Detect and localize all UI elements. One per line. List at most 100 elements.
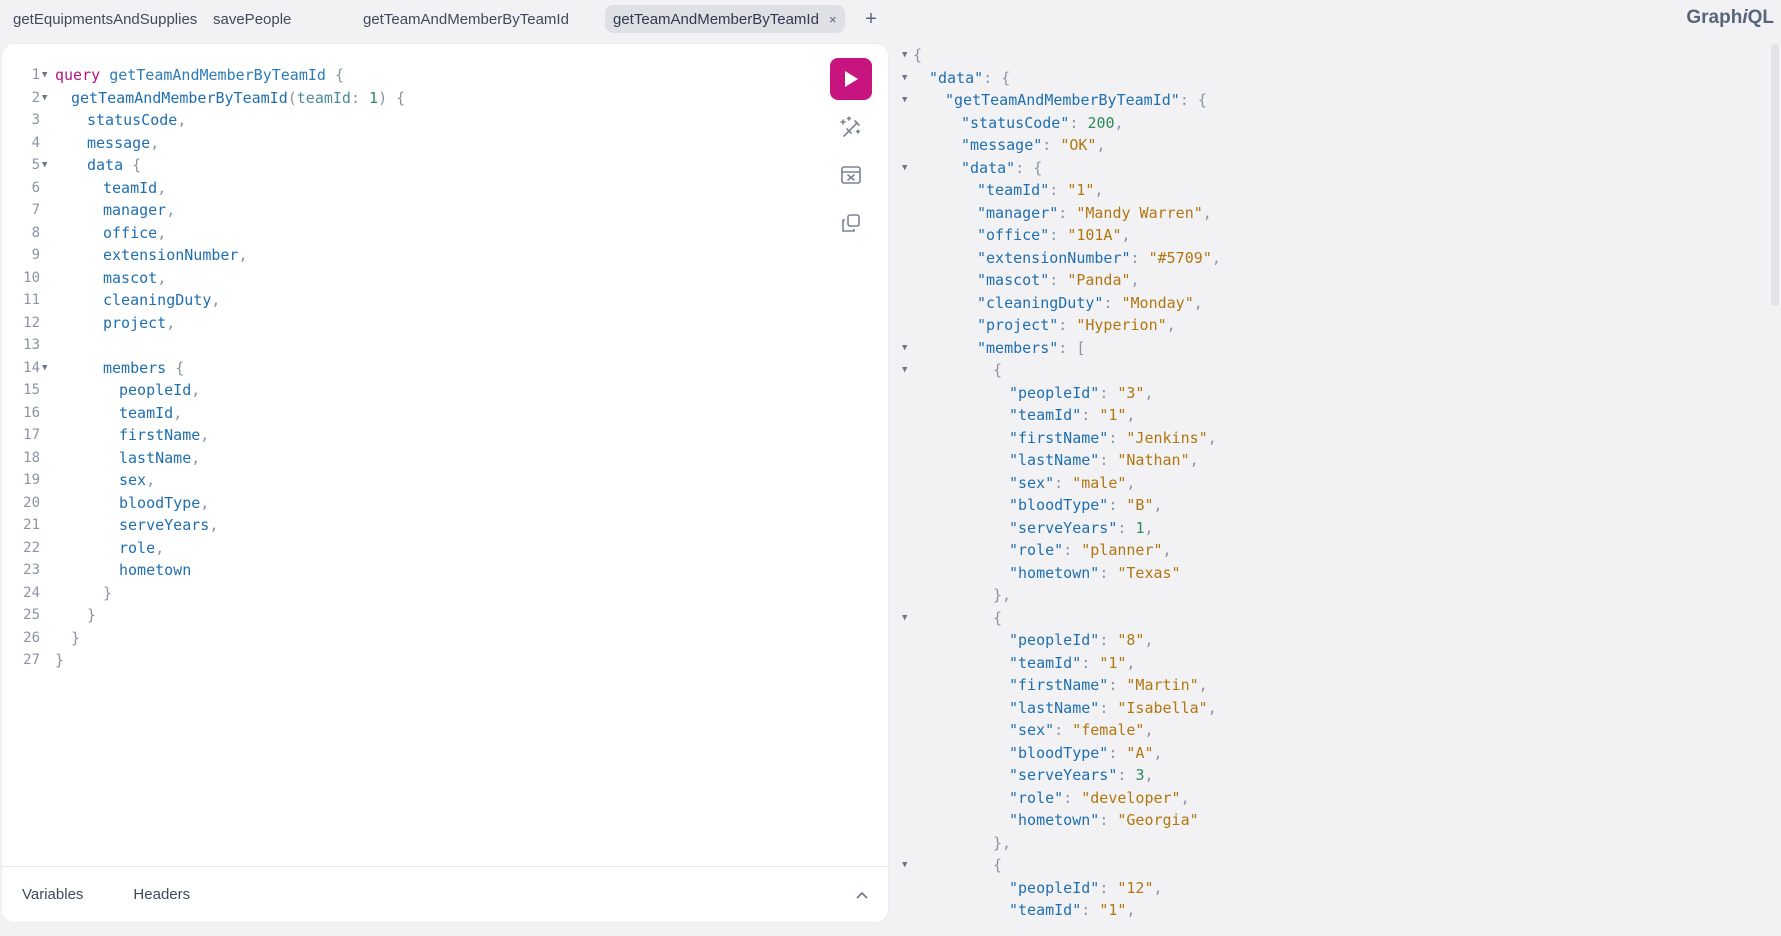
code-token: query [55, 66, 101, 84]
code-token: getTeamAndMemberByTeamId [71, 88, 288, 107]
result-line: "lastName": "Isabella", [896, 697, 1772, 720]
merge-fragments-button[interactable] [830, 154, 872, 196]
result-line: ▼ "data": { [896, 67, 1772, 90]
code-content: project, [103, 312, 175, 335]
tab-getTeamAndMemberByTeamId[interactable]: getTeamAndMemberByTeamId [355, 5, 577, 33]
result-token: "peopleId" [1009, 631, 1100, 649]
result-token: { [993, 856, 1003, 874]
fold-triangle-icon[interactable]: ▼ [902, 157, 907, 180]
result-token: "lastName" [1009, 451, 1100, 469]
copy-query-button[interactable] [830, 202, 872, 244]
fold-triangle-icon[interactable]: ▼ [902, 337, 907, 360]
result-token: , [1207, 698, 1217, 717]
tab-savePeople[interactable]: savePeople [205, 5, 299, 33]
result-token: , [1144, 383, 1154, 402]
toggle-editor-tools-button[interactable] [852, 885, 872, 905]
fold-triangle-icon[interactable]: ▼ [902, 44, 907, 67]
code-token: message [87, 133, 151, 152]
fold-triangle-icon[interactable]: ▼ [902, 359, 907, 382]
result-token: , [1126, 901, 1136, 919]
code-line: 17 firstName, [2, 424, 802, 447]
result-token: { [913, 46, 923, 64]
result-token: "Nathan" [1117, 451, 1190, 469]
code-token: , [166, 313, 176, 332]
result-token: , [1126, 406, 1136, 424]
fold-triangle-icon[interactable]: ▼ [42, 64, 47, 87]
code-token: , [191, 381, 201, 399]
result-content: "extensionNumber": "#5709", [977, 247, 1221, 270]
code-content: statusCode, [87, 109, 186, 132]
tab-label: savePeople [213, 10, 292, 28]
line-number: 16 [23, 404, 40, 421]
result-content: "peopleId": "8", [1009, 629, 1154, 652]
result-scrollbar[interactable] [1771, 44, 1779, 306]
code-content: } [71, 627, 80, 650]
code-line: 11 cleaningDuty, [2, 289, 802, 312]
code-token: { [334, 66, 344, 84]
code-content: manager, [103, 199, 175, 222]
result-content: "teamId": "1", [1009, 404, 1135, 427]
result-token: "Hyperion" [1076, 316, 1167, 334]
code-token: , [157, 268, 167, 287]
magic-wand-icon [840, 116, 861, 137]
result-token: : [1099, 451, 1118, 469]
result-token: "3" [1117, 383, 1145, 402]
result-content: "serveYears": 3, [1009, 764, 1154, 787]
editor-toolbar [830, 58, 874, 244]
code-token: sex [119, 471, 147, 489]
code-content: bloodType, [119, 492, 209, 515]
result-token: "office" [977, 226, 1050, 244]
line-number: 25 [23, 607, 40, 623]
line-number: 27 [23, 652, 40, 668]
code-line: 7 manager, [2, 199, 802, 222]
result-token: : [1042, 136, 1061, 154]
fold-triangle-icon[interactable]: ▼ [902, 607, 907, 630]
result-token: "teamId" [977, 181, 1050, 199]
result-token: : [1058, 316, 1077, 334]
fold-triangle-icon[interactable]: ▼ [902, 89, 907, 112]
line-number: 10 [23, 269, 40, 286]
result-token: : [1049, 181, 1068, 199]
result-token: "Mandy Warren" [1076, 203, 1203, 222]
code-line: 21 serveYears, [2, 514, 802, 537]
result-line: "role": "developer", [896, 787, 1772, 810]
query-editor[interactable]: 1 ▼ query getTeamAndMemberByTeamId {2 ▼ getT… [2, 64, 802, 672]
tab-getEquipmentsAndSupplies[interactable]: getEquipmentsAndSupplies [5, 5, 205, 33]
fold-triangle-icon[interactable]: ▼ [902, 67, 907, 90]
tab-getTeamAndMemberByTeamId-active[interactable]: getTeamAndMemberByTeamId × [605, 5, 845, 33]
tab-variables[interactable]: Variables [22, 880, 83, 909]
code-token: , [157, 223, 167, 242]
add-tab-button[interactable]: + [861, 5, 881, 33]
fold-triangle-icon[interactable]: ▼ [42, 87, 47, 110]
result-line: "teamId": "1", [896, 179, 1772, 202]
fold-triangle-icon[interactable]: ▼ [902, 854, 907, 877]
code-line: 6 teamId, [2, 177, 802, 200]
code-token: , [238, 246, 248, 264]
result-token: : [1099, 563, 1118, 582]
result-token: "mascot" [977, 271, 1050, 289]
line-number: 15 [23, 382, 40, 398]
result-token: "peopleId" [1009, 383, 1100, 402]
code-line: 5 ▼ data { [2, 154, 802, 177]
result-token: , [1162, 541, 1172, 559]
result-token: }, [993, 833, 1012, 852]
close-icon[interactable]: × [829, 12, 837, 27]
tab-headers[interactable]: Headers [133, 880, 190, 909]
code-content: teamId, [119, 402, 182, 425]
fold-triangle-icon[interactable]: ▼ [42, 154, 47, 177]
result-viewer[interactable]: ▼{▼ "data": {▼ "getTeamAndMemberByTeamId":… [896, 44, 1772, 929]
execute-query-button[interactable] [830, 58, 872, 100]
result-token: "cleaningDuty" [977, 293, 1104, 312]
line-number: 26 [23, 629, 40, 646]
code-token: , [157, 178, 167, 197]
result-content: { [993, 359, 1002, 382]
result-token: : [1117, 766, 1136, 784]
fold-triangle-icon[interactable]: ▼ [42, 357, 47, 380]
prettify-button[interactable] [830, 106, 872, 148]
result-token: "Monday" [1121, 293, 1194, 312]
result-token: "serveYears" [1009, 518, 1118, 537]
result-content: "hometown": "Texas" [1009, 562, 1181, 585]
result-token: "lastName" [1009, 698, 1100, 717]
result-line: "role": "planner", [896, 539, 1772, 562]
result-content: "hometown": "Georgia" [1009, 809, 1199, 832]
